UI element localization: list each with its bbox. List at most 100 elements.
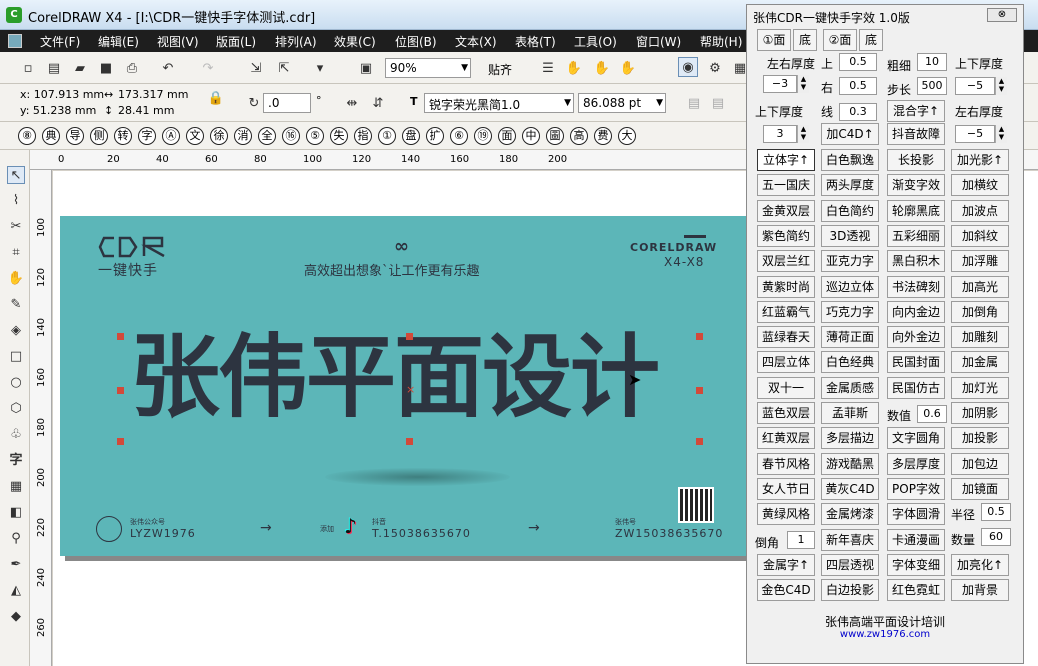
smart-fill-icon[interactable]: ◈ bbox=[7, 322, 25, 340]
rectangle-tool-icon[interactable]: □ bbox=[7, 348, 25, 366]
y-position-field[interactable]: y: 51.238 mm bbox=[20, 104, 96, 117]
effect-button[interactable]: 轮廓黑底 bbox=[887, 199, 945, 222]
glyph-button[interactable]: 导 bbox=[66, 127, 84, 145]
new-from-template-icon[interactable]: ▤ bbox=[44, 58, 64, 78]
effect-button[interactable]: 加阴影 bbox=[951, 402, 1009, 424]
glyph-button[interactable]: ⑤ bbox=[306, 127, 324, 145]
glyph-button[interactable]: 大 bbox=[618, 127, 636, 145]
glyph-button[interactable]: 扩 bbox=[426, 127, 444, 145]
selection-handle[interactable] bbox=[406, 438, 413, 445]
glitch-button[interactable]: 抖音故障 bbox=[887, 123, 945, 145]
interactive-blend-icon[interactable]: ◧ bbox=[7, 504, 25, 522]
mirror-vertical-icon[interactable]: ⇵ bbox=[368, 93, 388, 113]
effect-button[interactable]: 加浮雕 bbox=[951, 250, 1009, 273]
effect-button[interactable]: 加金属 bbox=[951, 351, 1009, 374]
effect-button[interactable]: 金黄双层 bbox=[757, 199, 815, 222]
effect-button[interactable]: 巧克力字 bbox=[821, 300, 879, 323]
design-page[interactable]: 一键快手 ∞ 高效超出想象`让工作更有乐趣 CORELDRAW X4-X8 张伟… bbox=[60, 216, 760, 556]
effect-button[interactable]: 黄绿风格 bbox=[757, 503, 815, 526]
redo-icon[interactable]: ↷ bbox=[198, 58, 218, 78]
outline-pen-icon[interactable]: ✒ bbox=[7, 556, 25, 574]
glyph-button[interactable]: ⑧ bbox=[18, 127, 36, 145]
glyph-button[interactable]: 典 bbox=[42, 127, 60, 145]
effect-button[interactable]: 民国仿古 bbox=[887, 376, 945, 399]
glyph-button[interactable]: ⑯ bbox=[282, 127, 300, 145]
effect-button[interactable]: 卡通漫画 bbox=[887, 528, 945, 551]
menu-view[interactable]: 视图(V) bbox=[157, 33, 199, 50]
hand-icon[interactable]: ✋ bbox=[592, 58, 612, 78]
effect-button[interactable]: 双层兰红 bbox=[757, 250, 815, 273]
angle-field[interactable]: .0 bbox=[263, 93, 311, 113]
glyph-button[interactable]: 圖 bbox=[546, 127, 564, 145]
effect-button[interactable]: 3D透视 bbox=[821, 224, 879, 247]
interactive-fill-icon[interactable]: ◆ bbox=[7, 608, 25, 626]
menu-arrange[interactable]: 排列(A) bbox=[275, 33, 317, 50]
freehand-tool-icon[interactable]: ✎ bbox=[7, 296, 25, 314]
effect-button[interactable]: 加亮化↑ bbox=[951, 553, 1009, 576]
menu-file[interactable]: 文件(F) bbox=[40, 33, 80, 50]
effect-button[interactable]: 加倒角 bbox=[951, 300, 1009, 323]
export-icon[interactable]: ⇱ bbox=[274, 58, 294, 78]
menu-table[interactable]: 表格(T) bbox=[515, 33, 556, 50]
glyph-button[interactable]: 徐 bbox=[210, 127, 228, 145]
effect-button[interactable]: 黄灰C4D bbox=[821, 477, 879, 500]
effect-button[interactable]: 白边投影 bbox=[821, 579, 879, 602]
glyph-button[interactable]: 全 bbox=[258, 127, 276, 145]
table-tool-icon[interactable]: ▦ bbox=[7, 478, 25, 496]
spinner-icon[interactable]: ▲ ▼ bbox=[797, 125, 809, 143]
text-tool-icon[interactable]: 字 bbox=[7, 452, 25, 470]
selection-handle[interactable] bbox=[696, 438, 703, 445]
font-family-select[interactable]: 锐字荣光黑简1.0 ▼ bbox=[424, 93, 574, 113]
selection-handle[interactable] bbox=[117, 438, 124, 445]
glyph-button[interactable]: 面 bbox=[498, 127, 516, 145]
effect-button[interactable]: 加投影 bbox=[951, 427, 1009, 450]
glyph-button[interactable]: 失 bbox=[330, 127, 348, 145]
effect-button[interactable]: 五彩细丽 bbox=[887, 224, 945, 247]
effect-button[interactable]: 金属质感 bbox=[821, 376, 879, 399]
effect-button[interactable]: 书法碑刻 bbox=[887, 275, 945, 298]
font-size-select[interactable]: 86.088 pt ▼ bbox=[578, 93, 666, 113]
menu-window[interactable]: 窗口(W) bbox=[636, 33, 681, 50]
effect-button[interactable]: 四层透视 bbox=[821, 553, 879, 576]
pick-tool-icon[interactable]: ↖ bbox=[7, 166, 25, 184]
effect-button[interactable]: 新年喜庆 bbox=[821, 528, 879, 551]
menu-effects[interactable]: 效果(C) bbox=[334, 33, 376, 50]
chamfer-input[interactable]: 1 bbox=[787, 531, 815, 549]
effect-button[interactable]: 黄紫时尚 bbox=[757, 275, 815, 298]
ud-value-input[interactable]: −5 bbox=[955, 77, 995, 95]
menu-layout[interactable]: 版面(L) bbox=[216, 33, 256, 50]
hand-icon[interactable]: ✋ bbox=[564, 58, 584, 78]
effect-button[interactable]: 加横纹 bbox=[951, 174, 1009, 197]
effect-button[interactable]: 加光影↑ bbox=[951, 149, 1009, 171]
effect-button[interactable]: 渐变字效 bbox=[887, 174, 945, 197]
print-icon[interactable]: ⎙ bbox=[122, 58, 142, 78]
effect-button[interactable]: 多层厚度 bbox=[887, 452, 945, 475]
glyph-button[interactable]: ⑥ bbox=[450, 127, 468, 145]
bold-icon[interactable]: ▤ bbox=[684, 93, 704, 113]
glyph-button[interactable]: 盘 bbox=[402, 127, 420, 145]
height-field[interactable]: 28.41 mm bbox=[118, 104, 174, 117]
x-position-field[interactable]: x: 107.913 mm bbox=[20, 88, 104, 101]
document-icon[interactable] bbox=[8, 34, 22, 48]
ud-value-input-2[interactable]: 3 bbox=[763, 125, 797, 143]
effect-button[interactable]: 五一国庆 bbox=[757, 174, 815, 197]
selection-handle[interactable] bbox=[406, 333, 413, 340]
effect-button[interactable]: 双十一 bbox=[757, 376, 815, 399]
effect-button[interactable]: 游戏酷黑 bbox=[821, 452, 879, 475]
selection-handle[interactable] bbox=[696, 333, 703, 340]
add-c4d-button[interactable]: 加C4D↑ bbox=[821, 123, 879, 145]
hand-icon[interactable]: ✋ bbox=[618, 58, 638, 78]
glyph-button[interactable]: 高 bbox=[570, 127, 588, 145]
value-input[interactable]: 0.6 bbox=[917, 405, 947, 423]
pan-tool-icon[interactable]: ✋ bbox=[7, 270, 25, 288]
effect-button[interactable]: 春节风格 bbox=[757, 452, 815, 475]
step-input[interactable]: 500 bbox=[917, 77, 947, 95]
thickness-input[interactable]: 10 bbox=[917, 53, 947, 71]
glyph-button[interactable]: 侧 bbox=[90, 127, 108, 145]
selection-handle[interactable] bbox=[117, 387, 124, 394]
effect-button[interactable]: 加高光 bbox=[951, 275, 1009, 298]
up-value-input[interactable]: 0.5 bbox=[839, 53, 877, 71]
ellipse-tool-icon[interactable]: ○ bbox=[7, 374, 25, 392]
effect-button[interactable]: 字体圆滑 bbox=[887, 503, 945, 526]
shape-tool-icon[interactable]: ⌇ bbox=[7, 192, 25, 210]
